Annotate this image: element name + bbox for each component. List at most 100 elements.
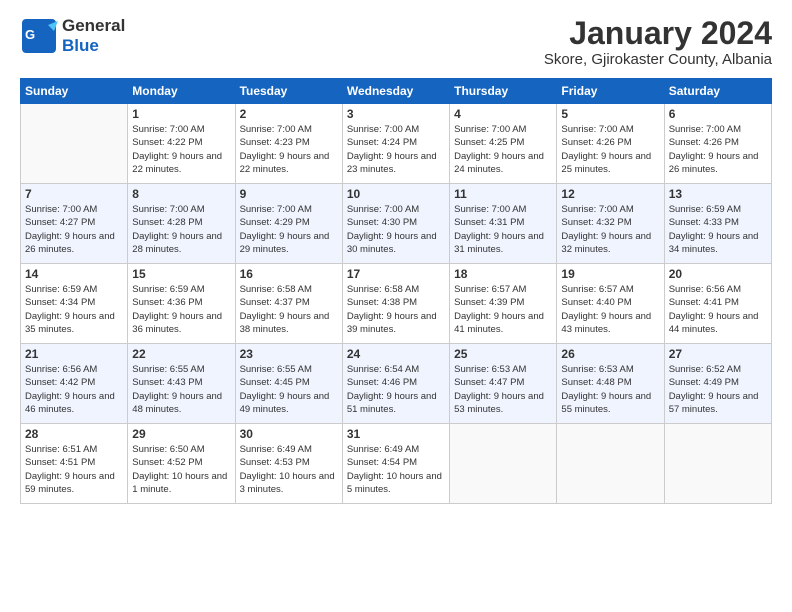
- sunset-text: Sunset: 4:26 PM: [669, 137, 739, 148]
- table-row: 7Sunrise: 7:00 AMSunset: 4:27 PMDaylight…: [21, 184, 128, 264]
- day-info: Sunrise: 6:57 AMSunset: 4:40 PMDaylight:…: [561, 283, 659, 336]
- sunrise-text: Sunrise: 7:00 AM: [132, 204, 204, 215]
- day-info: Sunrise: 6:55 AMSunset: 4:45 PMDaylight:…: [240, 363, 338, 416]
- col-thursday: Thursday: [450, 79, 557, 104]
- logo-line2: Blue: [62, 36, 125, 56]
- day-info: Sunrise: 6:49 AMSunset: 4:53 PMDaylight:…: [240, 443, 338, 496]
- daylight-text: Daylight: 9 hours and 49 minutes.: [240, 391, 330, 415]
- sunrise-text: Sunrise: 6:54 AM: [347, 364, 419, 375]
- sunrise-text: Sunrise: 6:58 AM: [347, 284, 419, 295]
- daylight-text: Daylight: 9 hours and 41 minutes.: [454, 311, 544, 335]
- table-row: 10Sunrise: 7:00 AMSunset: 4:30 PMDayligh…: [342, 184, 449, 264]
- table-row: 1Sunrise: 7:00 AMSunset: 4:22 PMDaylight…: [128, 104, 235, 184]
- daylight-text: Daylight: 9 hours and 59 minutes.: [25, 471, 115, 495]
- daylight-text: Daylight: 9 hours and 44 minutes.: [669, 311, 759, 335]
- page: G General Blue January 2024 Skore, Gjiro…: [0, 0, 792, 612]
- day-number: 15: [132, 267, 230, 281]
- day-number: 18: [454, 267, 552, 281]
- daylight-text: Daylight: 9 hours and 31 minutes.: [454, 231, 544, 255]
- table-row: 27Sunrise: 6:52 AMSunset: 4:49 PMDayligh…: [664, 344, 771, 424]
- day-info: Sunrise: 7:00 AMSunset: 4:30 PMDaylight:…: [347, 203, 445, 256]
- day-info: Sunrise: 7:00 AMSunset: 4:31 PMDaylight:…: [454, 203, 552, 256]
- table-row: 31Sunrise: 6:49 AMSunset: 4:54 PMDayligh…: [342, 424, 449, 504]
- page-title: January 2024: [544, 16, 772, 51]
- day-info: Sunrise: 6:51 AMSunset: 4:51 PMDaylight:…: [25, 443, 123, 496]
- sunset-text: Sunset: 4:33 PM: [669, 217, 739, 228]
- calendar-week-row: 21Sunrise: 6:56 AMSunset: 4:42 PMDayligh…: [21, 344, 772, 424]
- calendar-header-row: Sunday Monday Tuesday Wednesday Thursday…: [21, 79, 772, 104]
- sunset-text: Sunset: 4:22 PM: [132, 137, 202, 148]
- table-row: 16Sunrise: 6:58 AMSunset: 4:37 PMDayligh…: [235, 264, 342, 344]
- sunset-text: Sunset: 4:51 PM: [25, 457, 95, 468]
- sunrise-text: Sunrise: 6:58 AM: [240, 284, 312, 295]
- daylight-text: Daylight: 9 hours and 38 minutes.: [240, 311, 330, 335]
- daylight-text: Daylight: 9 hours and 36 minutes.: [132, 311, 222, 335]
- sunrise-text: Sunrise: 7:00 AM: [454, 204, 526, 215]
- sunrise-text: Sunrise: 6:59 AM: [25, 284, 97, 295]
- sunset-text: Sunset: 4:45 PM: [240, 377, 310, 388]
- day-number: 4: [454, 107, 552, 121]
- table-row: 5Sunrise: 7:00 AMSunset: 4:26 PMDaylight…: [557, 104, 664, 184]
- sunset-text: Sunset: 4:52 PM: [132, 457, 202, 468]
- day-info: Sunrise: 7:00 AMSunset: 4:29 PMDaylight:…: [240, 203, 338, 256]
- day-number: 12: [561, 187, 659, 201]
- col-saturday: Saturday: [664, 79, 771, 104]
- sunrise-text: Sunrise: 7:00 AM: [669, 124, 741, 135]
- table-row: 25Sunrise: 6:53 AMSunset: 4:47 PMDayligh…: [450, 344, 557, 424]
- daylight-text: Daylight: 10 hours and 3 minutes.: [240, 471, 335, 495]
- day-number: 14: [25, 267, 123, 281]
- day-info: Sunrise: 6:54 AMSunset: 4:46 PMDaylight:…: [347, 363, 445, 416]
- day-number: 19: [561, 267, 659, 281]
- sunrise-text: Sunrise: 6:49 AM: [240, 444, 312, 455]
- day-info: Sunrise: 7:00 AMSunset: 4:23 PMDaylight:…: [240, 123, 338, 176]
- day-number: 22: [132, 347, 230, 361]
- table-row: 22Sunrise: 6:55 AMSunset: 4:43 PMDayligh…: [128, 344, 235, 424]
- sunrise-text: Sunrise: 6:53 AM: [454, 364, 526, 375]
- day-info: Sunrise: 7:00 AMSunset: 4:22 PMDaylight:…: [132, 123, 230, 176]
- daylight-text: Daylight: 9 hours and 51 minutes.: [347, 391, 437, 415]
- sunrise-text: Sunrise: 6:55 AM: [132, 364, 204, 375]
- day-number: 3: [347, 107, 445, 121]
- daylight-text: Daylight: 9 hours and 25 minutes.: [561, 151, 651, 175]
- header: G General Blue January 2024 Skore, Gjiro…: [20, 16, 772, 68]
- day-number: 10: [347, 187, 445, 201]
- daylight-text: Daylight: 9 hours and 28 minutes.: [132, 231, 222, 255]
- day-info: Sunrise: 6:56 AMSunset: 4:42 PMDaylight:…: [25, 363, 123, 416]
- table-row: 23 Sunrise: 6:55 AMSunset: 4:45 PMDayligh…: [235, 344, 342, 424]
- sunset-text: Sunset: 4:42 PM: [25, 377, 95, 388]
- col-tuesday: Tuesday: [235, 79, 342, 104]
- sunrise-text: Sunrise: 7:00 AM: [347, 204, 419, 215]
- daylight-text: Daylight: 9 hours and 29 minutes.: [240, 231, 330, 255]
- day-number: 5: [561, 107, 659, 121]
- day-number: 7: [25, 187, 123, 201]
- day-info: Sunrise: 7:00 AMSunset: 4:25 PMDaylight:…: [454, 123, 552, 176]
- sunset-text: Sunset: 4:30 PM: [347, 217, 417, 228]
- day-info: Sunrise: 7:00 AMSunset: 4:26 PMDaylight:…: [669, 123, 767, 176]
- sunset-text: Sunset: 4:48 PM: [561, 377, 631, 388]
- day-info: Sunrise: 6:49 AMSunset: 4:54 PMDaylight:…: [347, 443, 445, 496]
- day-info: Sunrise: 7:00 AMSunset: 4:32 PMDaylight:…: [561, 203, 659, 256]
- day-number: 23: [240, 347, 338, 361]
- day-info: Sunrise: 7:00 AM Sunset: 4:28 PM Daylight:…: [132, 203, 230, 256]
- day-number: 27: [669, 347, 767, 361]
- day-number: 2: [240, 107, 338, 121]
- sunset-text: Sunset: 4:43 PM: [132, 377, 202, 388]
- day-info: Sunrise: 6:59 AMSunset: 4:34 PMDaylight:…: [25, 283, 123, 336]
- day-number: 24: [347, 347, 445, 361]
- calendar-week-row: 28Sunrise: 6:51 AMSunset: 4:51 PMDayligh…: [21, 424, 772, 504]
- sunset-text: Sunset: 4:41 PM: [669, 297, 739, 308]
- sunset-text: Sunset: 4:39 PM: [454, 297, 524, 308]
- daylight-text: Daylight: 9 hours and 26 minutes.: [25, 231, 115, 255]
- daylight-text: Daylight: 9 hours and 32 minutes.: [561, 231, 651, 255]
- sunrise-text: Sunrise: 6:57 AM: [561, 284, 633, 295]
- sunrise-text: Sunrise: 7:00 AM: [561, 204, 633, 215]
- day-info: Sunrise: 6:59 AMSunset: 4:33 PMDaylight:…: [669, 203, 767, 256]
- sunset-text: Sunset: 4:28 PM: [132, 217, 202, 228]
- day-number: 9: [240, 187, 338, 201]
- col-sunday: Sunday: [21, 79, 128, 104]
- sunset-text: Sunset: 4:25 PM: [454, 137, 524, 148]
- daylight-text: Daylight: 9 hours and 23 minutes.: [347, 151, 437, 175]
- day-number: 29: [132, 427, 230, 441]
- table-row: 20Sunrise: 6:56 AMSunset: 4:41 PMDayligh…: [664, 264, 771, 344]
- day-number: 8: [132, 187, 230, 201]
